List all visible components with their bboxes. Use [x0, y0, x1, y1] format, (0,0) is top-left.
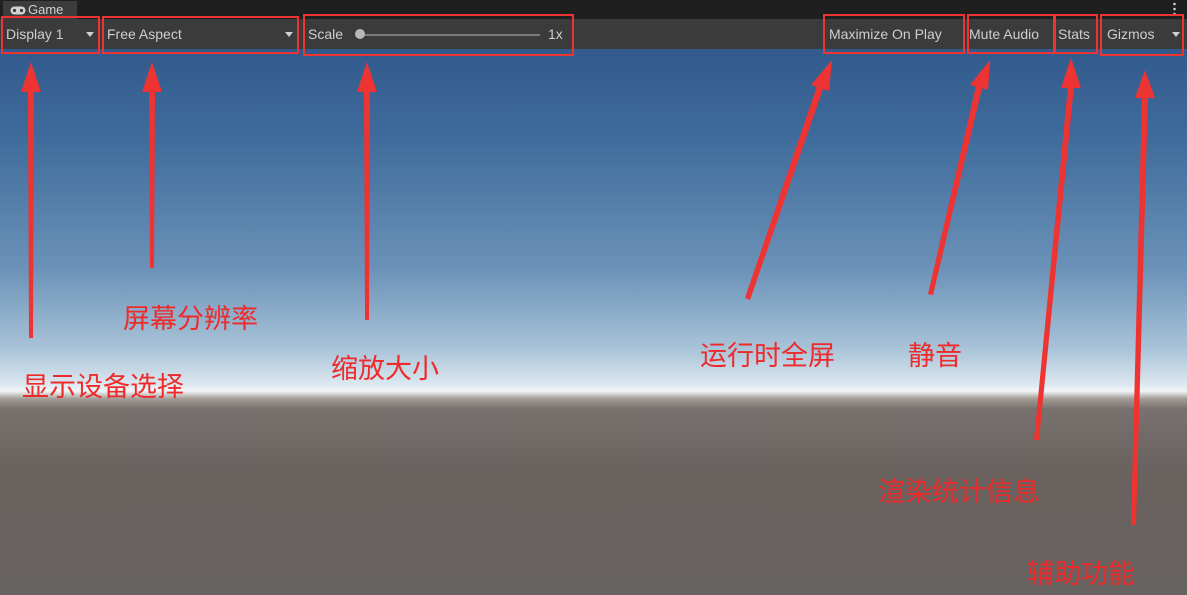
highlight-display-box — [1, 16, 100, 54]
highlight-stats-box — [1054, 14, 1098, 54]
annotation-display: 显示设备选择 — [22, 372, 184, 403]
annotation-scale: 缩放大小 — [331, 354, 439, 385]
annotation-aspect: 屏幕分辨率 — [123, 304, 258, 335]
highlight-mute-box — [967, 14, 1055, 54]
annotation-mute: 静音 — [908, 341, 962, 372]
highlight-scale-box — [303, 14, 574, 56]
gamepad-icon — [10, 6, 26, 15]
highlight-aspect-box — [102, 16, 299, 54]
highlight-maximize-box — [823, 14, 965, 54]
annotation-maximize: 运行时全屏 — [700, 341, 835, 372]
highlight-gizmos-box — [1100, 14, 1184, 56]
annotation-stats: 渲染统计信息 — [878, 477, 1040, 508]
annotation-gizmos: 辅助功能 — [1027, 559, 1135, 590]
game-view-window: Game Display 1 Free Aspect Scale 1x Maxi… — [0, 0, 1187, 595]
